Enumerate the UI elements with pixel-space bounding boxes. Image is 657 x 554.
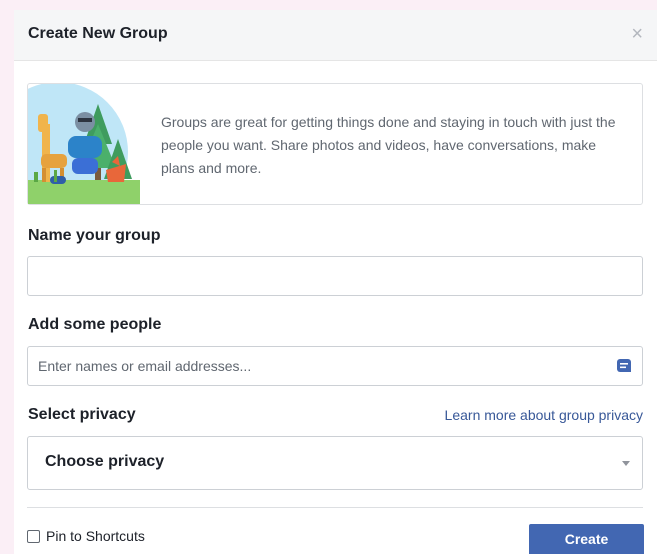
create-button[interactable]: Create bbox=[529, 524, 644, 554]
privacy-select[interactable]: Choose privacy bbox=[27, 436, 643, 490]
pin-label: Pin to Shortcuts bbox=[46, 528, 145, 544]
add-people-input[interactable] bbox=[28, 347, 608, 385]
intro-description: Groups are great for getting things done… bbox=[161, 114, 616, 176]
pin-to-shortcuts[interactable]: Pin to Shortcuts bbox=[27, 528, 145, 544]
pin-checkbox[interactable] bbox=[27, 529, 40, 543]
intro-card: Groups are great for getting things done… bbox=[27, 83, 643, 205]
learn-more-privacy-link[interactable]: Learn more about group privacy bbox=[445, 407, 643, 423]
name-group-label: Name your group bbox=[28, 227, 161, 244]
dialog-header: Create New Group × bbox=[14, 10, 657, 61]
group-name-input[interactable] bbox=[28, 257, 608, 295]
close-icon[interactable]: × bbox=[631, 24, 643, 44]
dialog-title: Create New Group bbox=[28, 25, 168, 42]
add-people-field-wrapper bbox=[27, 346, 643, 386]
footer-divider bbox=[27, 507, 643, 508]
chevron-down-icon bbox=[622, 461, 630, 466]
select-privacy-label: Select privacy bbox=[28, 406, 136, 423]
group-name-field-wrapper bbox=[27, 256, 643, 296]
contacts-icon[interactable] bbox=[616, 358, 632, 374]
animals-illustration bbox=[28, 84, 140, 204]
create-group-dialog: Create New Group × Groups are great for … bbox=[14, 10, 657, 554]
privacy-select-value: Choose privacy bbox=[45, 453, 165, 470]
add-people-label: Add some people bbox=[28, 316, 162, 333]
